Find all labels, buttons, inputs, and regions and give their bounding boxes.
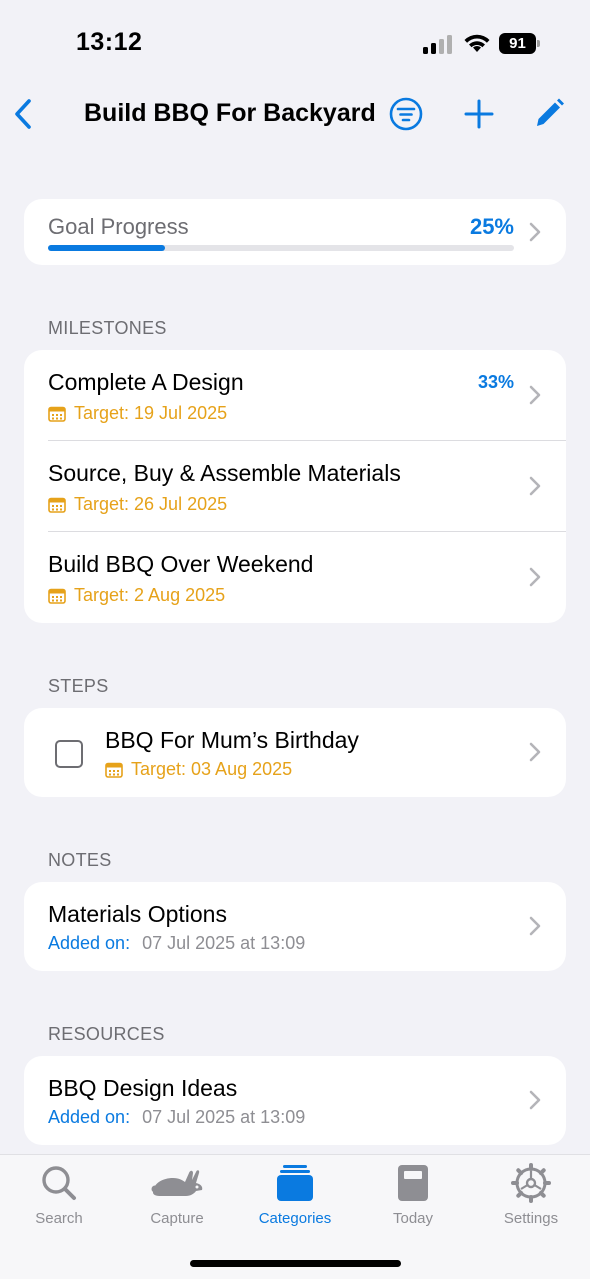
step-target: Target: 03 Aug 2025 bbox=[105, 759, 292, 780]
milestone-percent: 33% bbox=[477, 372, 514, 392]
chevron-right-icon bbox=[529, 385, 541, 405]
resource-added: Added on: 07 Jul 2025 at 13:09 bbox=[48, 1107, 305, 1128]
tab-label: Search bbox=[35, 1210, 83, 1227]
note-row[interactable]: Materials Options Added on: 07 Jul 2025 a… bbox=[24, 882, 566, 971]
page-title: Build BBQ For Backyard bbox=[84, 99, 376, 127]
milestone-row[interactable]: Source, Buy & Assemble Materials Target:… bbox=[24, 441, 566, 532]
calendar-icon bbox=[48, 497, 66, 513]
resources-card: BBQ Design Ideas Added on: 07 Jul 2025 at… bbox=[24, 1056, 566, 1145]
milestone-target-text: Target: 2 Aug 2025 bbox=[74, 585, 226, 605]
tab-categories[interactable]: Categories bbox=[236, 1163, 354, 1235]
chevron-right-icon bbox=[529, 742, 541, 762]
milestones-header: MILESTONES bbox=[48, 318, 167, 338]
step-title: BBQ For Mum’s Birthday bbox=[105, 727, 359, 753]
goal-progress-label: Goal Progress bbox=[48, 214, 189, 239]
milestone-row[interactable]: Build BBQ Over Weekend Target: 2 Aug 202… bbox=[24, 532, 566, 623]
milestone-target: Target: 2 Aug 2025 bbox=[48, 585, 225, 606]
notes-card: Materials Options Added on: 07 Jul 2025 a… bbox=[24, 882, 566, 971]
pencil-icon[interactable] bbox=[528, 94, 568, 134]
back-chevron-icon[interactable] bbox=[10, 94, 36, 134]
goal-progress-card[interactable]: Goal Progress 25% bbox=[24, 199, 566, 265]
goal-progress-fill bbox=[48, 245, 165, 251]
milestone-target-text: Target: 19 Jul 2025 bbox=[74, 403, 228, 423]
battery-icon: 91 bbox=[499, 33, 541, 54]
note-added-label: Added on: bbox=[48, 933, 131, 953]
gear-icon bbox=[511, 1163, 551, 1203]
tab-capture[interactable]: Capture bbox=[118, 1163, 236, 1235]
note-title: Materials Options bbox=[48, 901, 227, 927]
goal-progress-percent: 25% bbox=[469, 214, 514, 239]
home-indicator bbox=[190, 1260, 401, 1267]
calendar-icon bbox=[105, 762, 123, 778]
tab-search[interactable]: Search bbox=[0, 1163, 118, 1235]
resources-header: RESOURCES bbox=[48, 1024, 165, 1044]
add-icon[interactable] bbox=[459, 94, 499, 134]
folder-stack-icon bbox=[277, 1165, 313, 1201]
tab-settings[interactable]: Settings bbox=[472, 1163, 590, 1235]
step-row[interactable]: BBQ For Mum’s Birthday Target: 03 Aug 20… bbox=[24, 708, 566, 797]
milestone-title: Source, Buy & Assemble Materials bbox=[48, 460, 401, 486]
navigation-bar: Build BBQ For Backyard bbox=[0, 88, 590, 144]
calendar-icon bbox=[48, 588, 66, 604]
chevron-right-icon bbox=[529, 476, 541, 496]
milestone-title: Build BBQ Over Weekend bbox=[48, 551, 314, 577]
tab-label: Capture bbox=[150, 1210, 204, 1227]
calendar-icon bbox=[48, 406, 66, 422]
notes-header: NOTES bbox=[48, 850, 112, 870]
tab-label: Today bbox=[392, 1210, 434, 1227]
steps-card: BBQ For Mum’s Birthday Target: 03 Aug 20… bbox=[24, 708, 566, 797]
tab-label: Settings bbox=[503, 1210, 559, 1227]
chevron-right-icon bbox=[529, 567, 541, 587]
resource-added-label: Added on: bbox=[48, 1107, 131, 1127]
steps-header: STEPS bbox=[48, 676, 109, 696]
milestones-card: Complete A Design 33% Target: 19 Jul 202… bbox=[24, 350, 566, 623]
tab-today[interactable]: Today bbox=[354, 1163, 472, 1235]
chevron-right-icon bbox=[529, 916, 541, 936]
resource-added-value: 07 Jul 2025 at 13:09 bbox=[142, 1107, 306, 1127]
note-added: Added on: 07 Jul 2025 at 13:09 bbox=[48, 933, 305, 954]
chevron-right-icon bbox=[529, 222, 541, 242]
status-bar: 13:12 91 bbox=[0, 0, 590, 88]
step-checkbox[interactable] bbox=[55, 740, 83, 768]
note-added-value: 07 Jul 2025 at 13:09 bbox=[142, 933, 306, 953]
rabbit-icon bbox=[151, 1170, 203, 1196]
step-target-text: Target: 03 Aug 2025 bbox=[131, 759, 293, 779]
wifi-icon bbox=[464, 34, 490, 52]
goal-progress-bar bbox=[48, 245, 514, 251]
notebook-icon bbox=[398, 1165, 428, 1201]
resource-row[interactable]: BBQ Design Ideas Added on: 07 Jul 2025 at… bbox=[24, 1056, 566, 1145]
resource-title: BBQ Design Ideas bbox=[48, 1075, 238, 1101]
milestone-target: Target: 26 Jul 2025 bbox=[48, 494, 227, 515]
status-time: 13:12 bbox=[76, 28, 143, 56]
search-icon bbox=[42, 1166, 76, 1200]
battery-level: 91 bbox=[499, 33, 536, 54]
milestone-target: Target: 19 Jul 2025 bbox=[48, 403, 227, 424]
tab-label: Categories bbox=[258, 1210, 332, 1227]
milestone-title: Complete A Design bbox=[48, 369, 244, 395]
chevron-right-icon bbox=[529, 1090, 541, 1110]
milestone-row[interactable]: Complete A Design 33% Target: 19 Jul 202… bbox=[24, 350, 566, 441]
cellular-signal-icon bbox=[423, 35, 452, 54]
filter-icon[interactable] bbox=[386, 94, 426, 134]
milestone-target-text: Target: 26 Jul 2025 bbox=[74, 494, 228, 514]
